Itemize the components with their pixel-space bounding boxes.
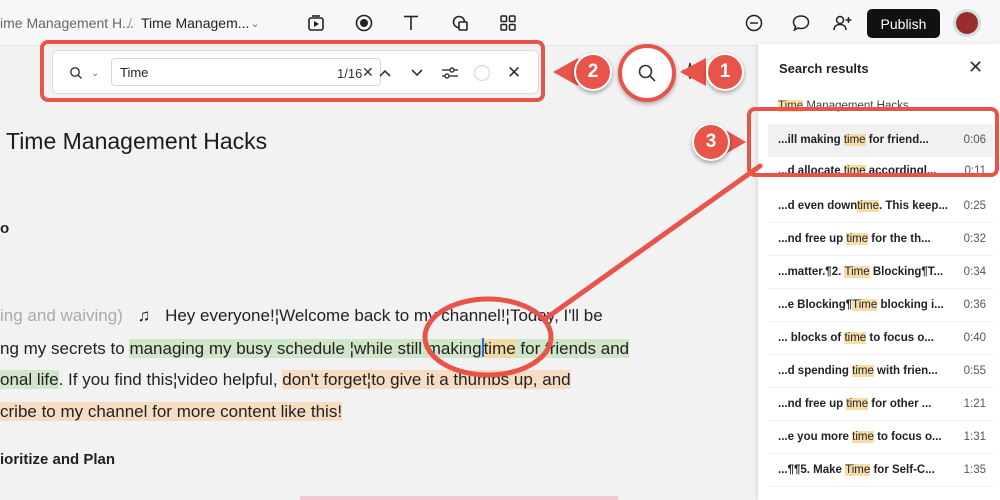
annotation-badge-2: 2 bbox=[574, 53, 612, 91]
annotation-badge-1: 1 bbox=[706, 53, 744, 91]
annotation-badge-3: 3 bbox=[692, 123, 730, 161]
annotation-callout-line bbox=[422, 58, 763, 378]
